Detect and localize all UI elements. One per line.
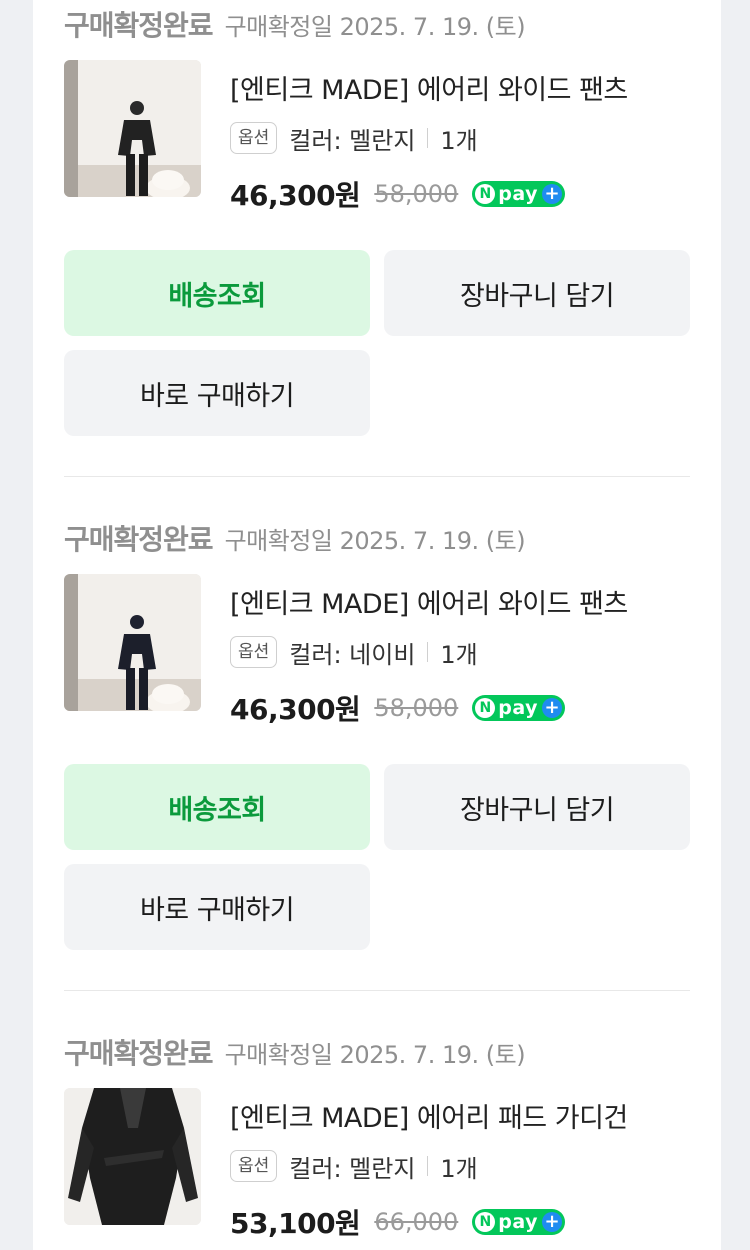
npay-plus-badge: Npay +: [472, 181, 566, 207]
product-thumbnail[interactable]: [64, 574, 201, 711]
product-name[interactable]: [엔티크 MADE] 에어리 와이드 팬츠: [230, 68, 628, 107]
npay-label: pay: [498, 697, 539, 719]
option-row: 옵션 컬러: 네이비 1개: [230, 634, 478, 670]
option-divider: [427, 1156, 429, 1176]
original-price: 58,000: [374, 694, 459, 722]
product-photo-icon: [64, 60, 201, 197]
order-status-row: 구매확정완료 구매확정일 2025. 7. 19. (토): [64, 1032, 526, 1072]
option-color: 컬러: 멜란지: [289, 126, 416, 155]
price-row: 53,100원 66,000 Npay +: [230, 1202, 566, 1242]
order-item: 구매확정완료 구매확정일 2025. 7. 19. (토) [엔티크 MADE] …: [64, 4, 690, 444]
product-thumbnail[interactable]: [64, 1088, 201, 1225]
npay-n-icon: N: [475, 698, 496, 718]
confirm-date: 구매확정일 2025. 7. 19. (토): [224, 1040, 526, 1069]
plus-icon: +: [542, 184, 563, 204]
order-status-row: 구매확정완료 구매확정일 2025. 7. 19. (토): [64, 4, 526, 44]
option-badge: 옵션: [230, 1150, 278, 1182]
plus-icon: +: [542, 1212, 563, 1232]
option-divider: [427, 128, 429, 148]
sale-price: 46,300원: [230, 179, 361, 212]
order-list-card: 구매확정완료 구매확정일 2025. 7. 19. (토) [엔티크 MADE] …: [33, 0, 721, 1250]
plus-icon: +: [542, 698, 563, 718]
order-item: 구매확정완료 구매확정일 2025. 7. 19. (토) [엔티크 MADE] …: [64, 1032, 690, 1250]
option-badge: 옵션: [230, 122, 278, 154]
npay-label: pay: [498, 183, 539, 205]
buy-now-button[interactable]: 바로 구매하기: [64, 864, 370, 950]
order-divider: [64, 476, 690, 477]
product-photo-icon: [64, 1088, 201, 1225]
confirm-date: 구매확정일 2025. 7. 19. (토): [224, 526, 526, 555]
product-name[interactable]: [엔티크 MADE] 에어리 패드 가디건: [230, 1096, 628, 1135]
npay-n-icon: N: [475, 1212, 496, 1232]
product-thumbnail[interactable]: [64, 60, 201, 197]
order-status: 구매확정완료: [64, 523, 214, 556]
option-row: 옵션 컬러: 멜란지 1개: [230, 1148, 478, 1184]
add-to-cart-button[interactable]: 장바구니 담기: [384, 764, 690, 850]
option-color: 컬러: 네이비: [289, 640, 416, 669]
original-price: 66,000: [374, 1208, 459, 1236]
sale-price: 46,300원: [230, 693, 361, 726]
npay-plus-badge: Npay +: [472, 1209, 566, 1235]
track-delivery-button[interactable]: 배송조회: [64, 764, 370, 850]
original-price: 58,000: [374, 180, 459, 208]
order-status: 구매확정완료: [64, 1037, 214, 1070]
npay-plus-badge: Npay +: [472, 695, 566, 721]
option-color: 컬러: 멜란지: [289, 1154, 416, 1183]
npay-n-icon: N: [475, 184, 496, 204]
add-to-cart-button[interactable]: 장바구니 담기: [384, 250, 690, 336]
option-badge: 옵션: [230, 636, 278, 668]
confirm-date: 구매확정일 2025. 7. 19. (토): [224, 12, 526, 41]
order-divider: [64, 990, 690, 991]
price-row: 46,300원 58,000 Npay +: [230, 174, 566, 214]
sale-price: 53,100원: [230, 1207, 361, 1240]
price-row: 46,300원 58,000 Npay +: [230, 688, 566, 728]
buy-now-button[interactable]: 바로 구매하기: [64, 350, 370, 436]
product-name[interactable]: [엔티크 MADE] 에어리 와이드 팬츠: [230, 582, 628, 621]
option-divider: [427, 642, 429, 662]
npay-label: pay: [498, 1211, 539, 1233]
order-item: 구매확정완료 구매확정일 2025. 7. 19. (토) [엔티크 MADE] …: [64, 518, 690, 958]
option-quantity: 1개: [440, 1154, 478, 1183]
option-quantity: 1개: [440, 126, 478, 155]
order-status-row: 구매확정완료 구매확정일 2025. 7. 19. (토): [64, 518, 526, 558]
track-delivery-button[interactable]: 배송조회: [64, 250, 370, 336]
option-quantity: 1개: [440, 640, 478, 669]
product-photo-icon: [64, 574, 201, 711]
order-status: 구매확정완료: [64, 9, 214, 42]
option-row: 옵션 컬러: 멜란지 1개: [230, 120, 478, 156]
